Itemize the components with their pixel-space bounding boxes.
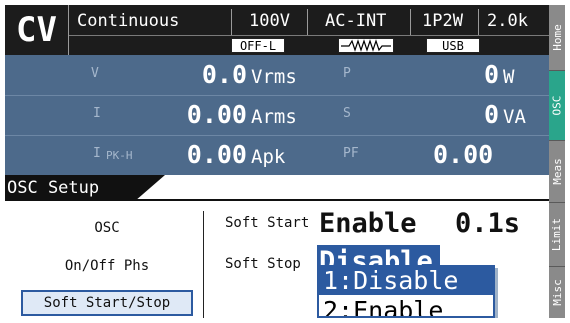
soft-start-label: Soft Start xyxy=(225,215,310,231)
tab-limit[interactable]: Limit xyxy=(549,203,565,267)
soft-start-value[interactable]: Enable xyxy=(319,208,417,240)
tab-limit-label: Limit xyxy=(550,217,564,252)
divider xyxy=(307,9,308,35)
apparent-power-unit: VA xyxy=(503,106,526,128)
power-unit: W xyxy=(503,66,515,88)
apparent-power-label: S xyxy=(343,106,351,121)
divider xyxy=(478,9,479,35)
menu-divider xyxy=(203,211,204,318)
measurement-row: I PK-H 0.00 Apk PF 0.00 xyxy=(5,135,549,175)
measurement-row: V 0.0 Vrms P 0 W xyxy=(5,55,549,95)
status-divider xyxy=(69,35,549,36)
signal-source: AC-INT xyxy=(325,11,387,31)
current-value: 0.00 xyxy=(186,100,247,129)
sine-wave-icon xyxy=(341,39,391,52)
soft-start-time[interactable]: 0.1s xyxy=(455,208,520,240)
peak-current-label: I xyxy=(93,146,101,161)
voltage-unit: Vrms xyxy=(251,66,297,88)
tab-misc-label: Misc xyxy=(550,279,564,306)
peak-current-unit: Apk xyxy=(251,146,286,168)
measurement-panel: V 0.0 Vrms P 0 W I 0.00 Arms S 0 VA I PK… xyxy=(5,55,549,175)
soft-stop-dropdown[interactable]: 1:Disable 2:Enable xyxy=(317,265,495,318)
header-underline xyxy=(5,199,549,201)
usb-badge: USB xyxy=(426,38,480,53)
current-unit: Arms xyxy=(251,106,297,128)
menu-item-osc[interactable]: OSC xyxy=(21,215,193,241)
peak-current-sublabel: PK-H xyxy=(106,149,133,162)
apparent-power-value: 0 xyxy=(483,100,499,129)
power-label: P xyxy=(343,66,351,81)
menu-item-on-off-phase[interactable]: On/Off Phs xyxy=(21,253,193,279)
dropdown-option-disable[interactable]: 1:Disable xyxy=(319,267,493,295)
tab-meas[interactable]: Meas xyxy=(549,141,565,203)
tab-osc-label: OSC xyxy=(550,95,564,116)
peak-current-value: 0.00 xyxy=(186,140,247,169)
mode-indicator: CV xyxy=(5,5,69,55)
divider xyxy=(231,9,232,35)
divider xyxy=(410,9,411,35)
tab-osc[interactable]: OSC xyxy=(549,71,565,141)
setup-header: OSC Setup xyxy=(5,175,549,201)
status-bar: CV Continuous 100V AC-INT 1P2W 2.0k OFF-… xyxy=(5,5,549,55)
menu-item-soft-start-stop[interactable]: Soft Start/Stop xyxy=(21,290,193,316)
wiring-mode: 1P2W xyxy=(422,11,463,31)
voltage-value: 0.0 xyxy=(201,60,247,89)
tab-home[interactable]: Home xyxy=(549,5,565,71)
soft-stop-label: Soft Stop xyxy=(225,256,301,272)
instrument-screen: CV Continuous 100V AC-INT 1P2W 2.0k OFF-… xyxy=(5,5,565,318)
current-label: I xyxy=(93,106,101,121)
tab-home-label: Home xyxy=(550,24,564,51)
continuous-label: Continuous xyxy=(77,11,180,31)
power-factor-label: PF xyxy=(343,146,359,161)
page-title: OSC Setup xyxy=(5,175,165,201)
tab-misc[interactable]: Misc xyxy=(549,267,565,318)
sine-wave-icon xyxy=(338,38,394,53)
measurement-row: I 0.00 Arms S 0 VA xyxy=(5,95,549,135)
dropdown-option-enable[interactable]: 2:Enable xyxy=(319,297,493,317)
side-tab-strip: Home OSC Meas Limit Misc xyxy=(549,5,565,318)
output-state-badge: OFF-L xyxy=(231,38,285,53)
power-factor-value: 0.00 xyxy=(433,140,494,169)
tab-meas-label: Meas xyxy=(550,158,564,185)
power-value: 0 xyxy=(483,60,499,89)
voltage-label: V xyxy=(91,66,99,81)
range-indicator: 2.0k xyxy=(487,11,528,31)
voltage-range: 100V xyxy=(249,11,290,31)
